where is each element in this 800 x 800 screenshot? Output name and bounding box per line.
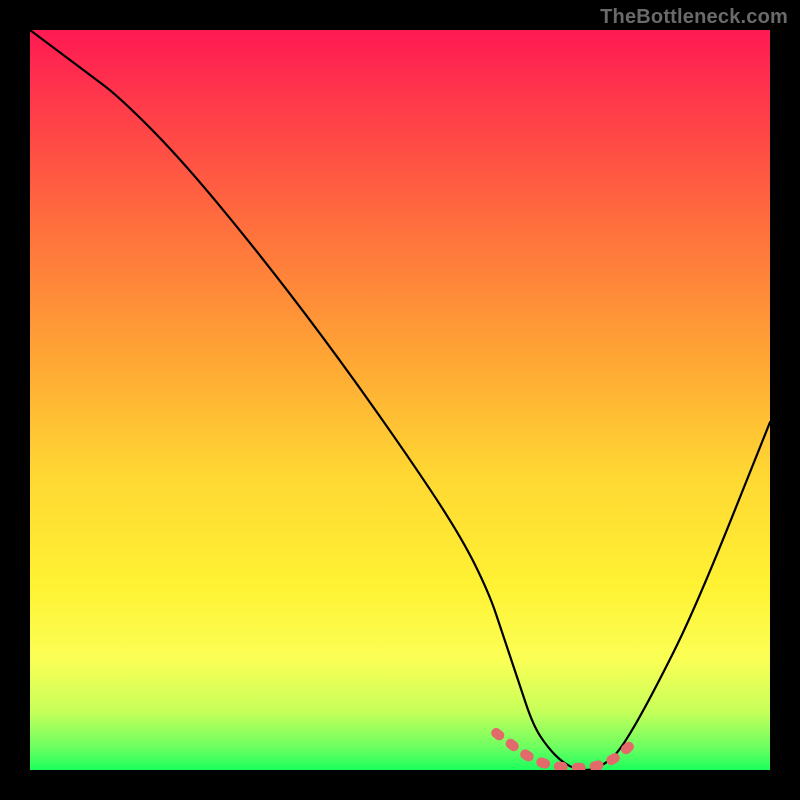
chart-frame: TheBottleneck.com xyxy=(0,0,800,800)
optimal-range-marker xyxy=(496,733,629,768)
watermark-text: TheBottleneck.com xyxy=(600,6,788,29)
chart-svg xyxy=(30,30,770,770)
chart-plot-area xyxy=(30,30,770,770)
bottleneck-curve xyxy=(30,30,770,770)
